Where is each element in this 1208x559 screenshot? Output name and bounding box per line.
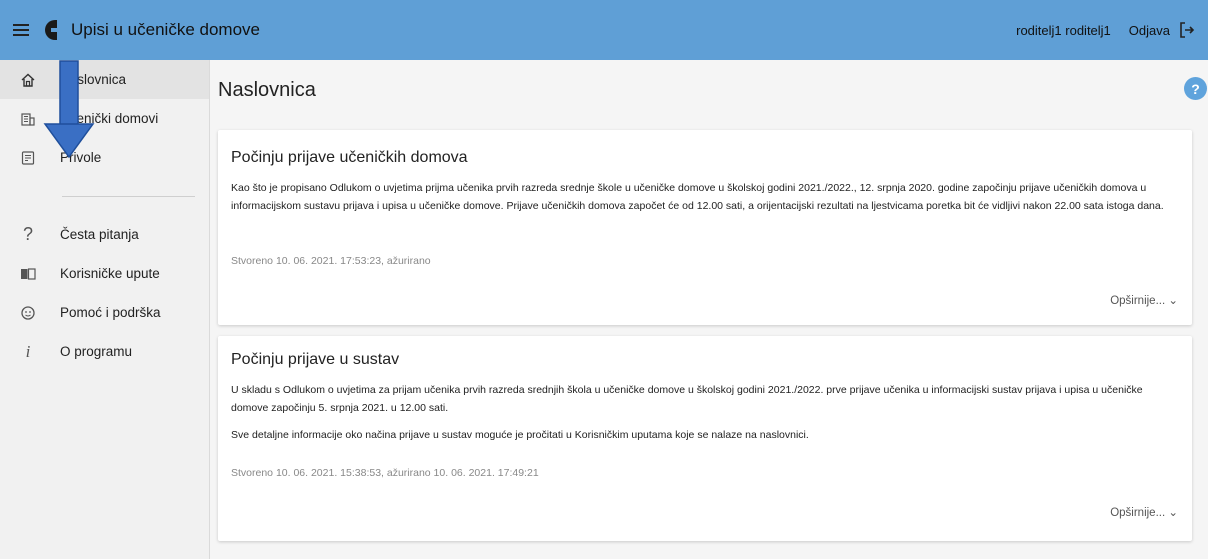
sidebar-item-pomoc-i-podrska[interactable]: Pomoć i podrška [0, 293, 209, 332]
sidebar-item-ucenicki-domovi[interactable]: Učenički domovi [0, 99, 209, 138]
app-title[interactable]: Upisi u učeničke domove [71, 20, 260, 40]
consent-icon [18, 148, 38, 168]
card-paragraph: Sve detaljne informacije oko načina prij… [231, 429, 809, 441]
sidebar-item-korisnicke-upute[interactable]: Korisničke upute [0, 254, 209, 293]
card-meta: Stvoreno 10. 06. 2021. 17:53:23, ažurira… [231, 255, 431, 267]
sidebar-item-label: Učenički domovi [60, 111, 159, 126]
sidebar-item-label: O programu [60, 344, 133, 359]
logo-icon [45, 20, 57, 40]
sidebar-item-label: Česta pitanja [60, 227, 139, 242]
user-name: roditelj1 roditelj1 [1016, 22, 1111, 38]
page-title: Naslovnica [218, 79, 316, 101]
logout-icon[interactable] [1178, 21, 1196, 39]
support-icon [18, 303, 38, 323]
logout-link[interactable]: Odjava [1129, 23, 1170, 38]
more-link[interactable]: Opširnije... ⌄ [1110, 293, 1178, 307]
sidebar-item-label: Naslovnica [60, 72, 127, 87]
card-title: Počinju prijave u sustav [231, 351, 400, 368]
book-icon [18, 264, 38, 284]
sidebar-item-privole[interactable]: Privole [0, 138, 209, 177]
help-button[interactable]: ? [1184, 77, 1207, 100]
sidebar: Naslovnica Učenički domovi Privole ? Čes… [0, 60, 210, 559]
card-title: Počinju prijave učeničkih domova [231, 149, 468, 166]
question-icon: ? [22, 224, 33, 244]
card-paragraph: U skladu s Odlukom o uvjetima za prijam … [231, 384, 1143, 414]
sidebar-item-o-programu[interactable]: i O programu [0, 332, 209, 371]
sidebar-item-cesta-pitanja[interactable]: ? Česta pitanja [0, 215, 209, 254]
news-card: Počinju prijave u sustav U skladu s Odlu… [218, 336, 1192, 541]
more-link[interactable]: Opširnije... ⌄ [1110, 505, 1178, 519]
sidebar-divider [62, 196, 195, 197]
card-meta: Stvoreno 10. 06. 2021. 15:38:53, ažurira… [231, 467, 539, 479]
main-content: Naslovnica ? Počinju prijave učeničkih d… [211, 60, 1208, 559]
sidebar-item-label: Pomoć i podrška [60, 305, 161, 320]
info-icon: i [25, 341, 31, 361]
home-icon [18, 70, 38, 90]
menu-icon[interactable] [13, 24, 29, 36]
building-icon [18, 109, 38, 129]
top-app-bar: Upisi u učeničke domove roditelj1 rodite… [0, 0, 1208, 60]
card-paragraph: Kao što je propisano Odlukom o uvjetima … [231, 182, 1164, 212]
sidebar-item-label: Privole [60, 150, 102, 165]
news-card: Počinju prijave učeničkih domova Kao što… [218, 130, 1192, 325]
sidebar-item-naslovnica[interactable]: Naslovnica [0, 60, 209, 99]
sidebar-item-label: Korisničke upute [60, 266, 160, 281]
